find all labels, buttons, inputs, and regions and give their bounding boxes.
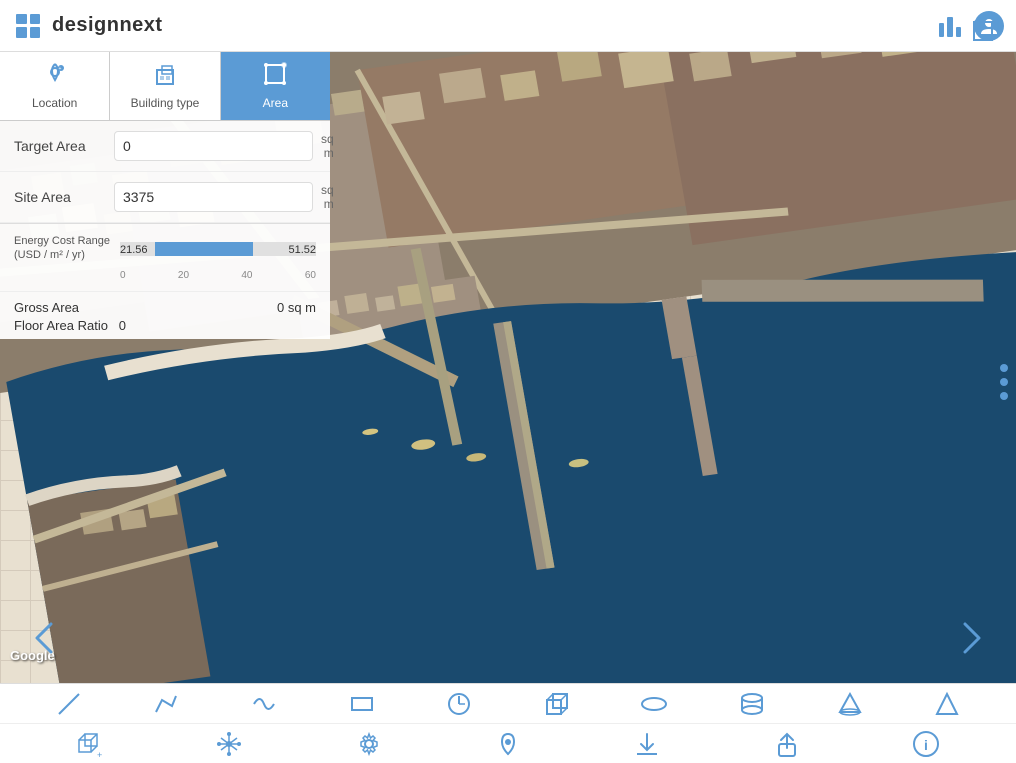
side-dot-1	[1000, 364, 1008, 372]
chart-bar-area: 21.56 51.52	[120, 234, 316, 264]
settings-button[interactable]	[351, 726, 387, 762]
tabs-container: + Location Building type	[0, 52, 330, 121]
side-dot-2	[1000, 378, 1008, 386]
gross-area-label: Gross Area	[14, 300, 79, 315]
form-panel: Target Area sq m Site Area sq m	[0, 121, 330, 224]
axis-0: 0	[120, 270, 126, 281]
axis-20: 20	[178, 270, 189, 281]
ellipse-tool[interactable]	[636, 686, 672, 722]
grid-cell	[30, 14, 41, 25]
download-button[interactable]	[629, 726, 665, 762]
header-left: designnext	[12, 10, 163, 42]
side-dots	[1000, 364, 1008, 400]
tab-building-type[interactable]: Building type	[110, 52, 220, 120]
line-tool[interactable]	[51, 686, 87, 722]
location-pin-button[interactable]	[490, 726, 526, 762]
building-tab-icon	[153, 62, 177, 92]
site-area-label: Site Area	[14, 189, 114, 205]
gauge-tool[interactable]	[441, 686, 477, 722]
area-tab-icon: ✓	[263, 62, 287, 92]
bar2	[947, 17, 952, 37]
tab-location-label: Location	[32, 96, 77, 110]
grid-cell	[16, 27, 27, 38]
svg-text:i: i	[924, 737, 928, 753]
cylinder-tool[interactable]	[734, 686, 770, 722]
chart-axis: 0 20 40 60	[120, 268, 316, 281]
axis-60: 60	[305, 270, 316, 281]
tab-area-label: Area	[263, 96, 288, 110]
axis-40: 40	[241, 270, 252, 281]
info-button[interactable]: i	[908, 726, 944, 762]
radiate-button[interactable]	[211, 726, 247, 762]
tab-location[interactable]: + Location	[0, 52, 110, 120]
bottom-toolbar: +	[0, 683, 1016, 763]
side-dot-3	[1000, 392, 1008, 400]
forward-arrow[interactable]	[946, 613, 996, 663]
chart-title: Energy Cost Range(USD / m² / yr)	[14, 234, 110, 263]
energy-chart-panel: Energy Cost Range(USD / m² / yr) 21.56 5…	[0, 224, 330, 292]
bar3	[956, 27, 961, 37]
floor-area-label: Floor Area Ratio	[14, 318, 108, 333]
toolbar-drawing-tools	[0, 684, 1016, 724]
app-title: designnext	[52, 14, 163, 37]
cube-3d-icon[interactable]	[970, 14, 1002, 46]
svg-text:+: +	[97, 750, 102, 758]
grid-menu-icon[interactable]	[12, 10, 44, 42]
left-panel: + Location Building type	[0, 52, 330, 339]
bar1	[939, 23, 944, 37]
back-arrow[interactable]	[20, 613, 70, 663]
site-area-input[interactable]	[114, 182, 313, 212]
floor-area-value: 0	[119, 318, 126, 333]
site-area-row: Site Area sq m	[0, 172, 330, 223]
svg-text:✓: ✓	[282, 63, 286, 69]
share-button[interactable]	[769, 726, 805, 762]
floor-area-row: Floor Area Ratio 0	[14, 318, 316, 333]
cone-tool[interactable]	[832, 686, 868, 722]
svg-text:+: +	[58, 66, 61, 72]
gross-area-value: 0 sq m	[277, 300, 316, 315]
chart-bar-fill	[155, 242, 253, 256]
gross-area-row: Gross Area 0 sq m	[14, 300, 316, 315]
target-area-unit: sq m	[321, 132, 334, 160]
tab-building-label: Building type	[131, 96, 200, 110]
chart-min-label: 21.56	[120, 244, 148, 256]
curve-tool[interactable]	[246, 686, 282, 722]
location-tab-icon: +	[43, 62, 67, 92]
tab-area[interactable]: ✓ Area	[221, 52, 330, 120]
chart-max-label: 51.52	[288, 244, 316, 256]
add-3d-button[interactable]: +	[72, 726, 108, 762]
grid-cell	[16, 14, 27, 25]
header: designnext	[0, 0, 1016, 52]
pyramid-tool[interactable]	[929, 686, 965, 722]
analytics-icon[interactable]	[936, 12, 964, 40]
rect-tool[interactable]	[344, 686, 380, 722]
target-area-input[interactable]	[114, 131, 313, 161]
target-area-row: Target Area sq m	[0, 121, 330, 172]
grid-cell	[30, 27, 41, 38]
target-area-label: Target Area	[14, 138, 114, 154]
toolbar-action-tools: +	[0, 724, 1016, 763]
gross-panel: Gross Area 0 sq m Floor Area Ratio 0	[0, 292, 330, 339]
site-area-unit: sq m	[321, 183, 334, 211]
polyline-tool[interactable]	[148, 686, 184, 722]
box3d-tool[interactable]	[539, 686, 575, 722]
